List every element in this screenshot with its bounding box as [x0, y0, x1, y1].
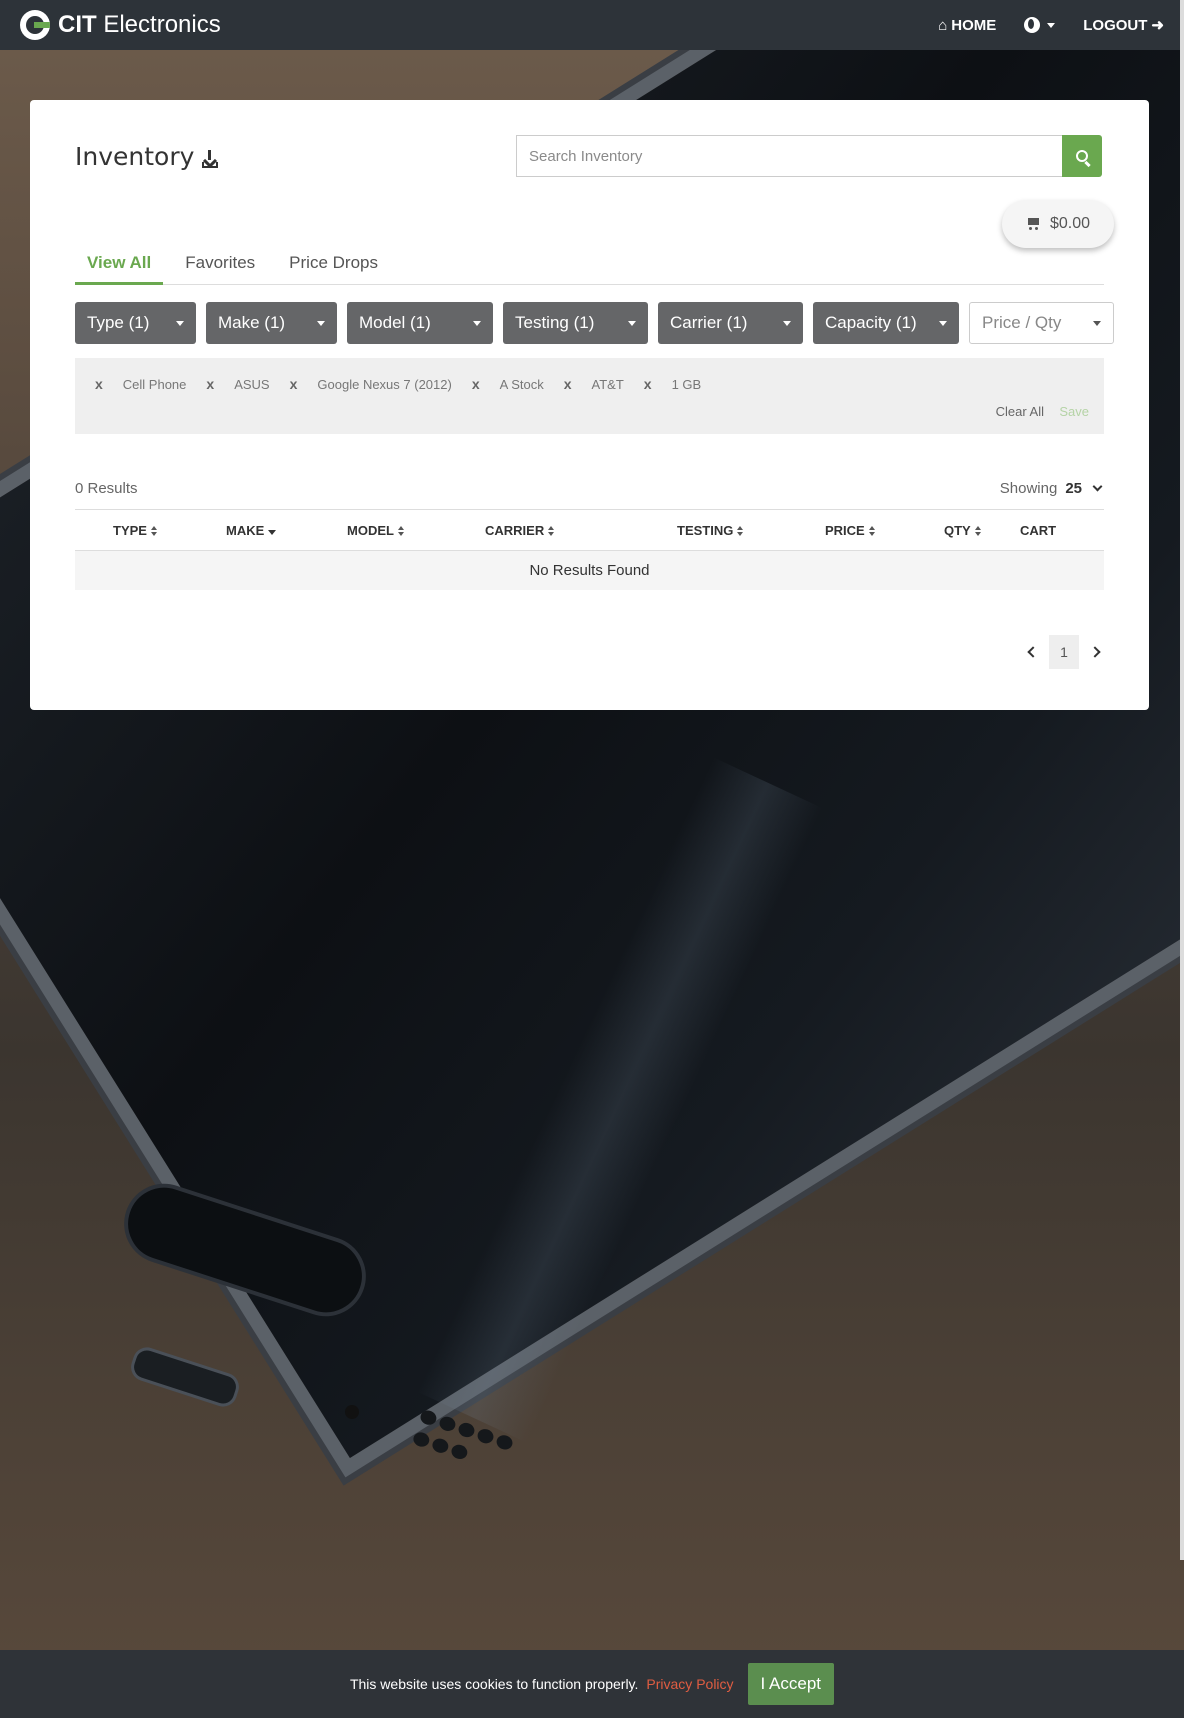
- col-make[interactable]: MAKE: [226, 523, 277, 538]
- chevron-down-icon: [783, 320, 791, 326]
- filter-chip: x AT&T: [563, 376, 624, 392]
- brand-name: CIT Electronics: [58, 11, 221, 38]
- chevron-down-icon: [1093, 320, 1101, 326]
- tab-price-drops[interactable]: Price Drops: [277, 245, 390, 285]
- cookie-banner: This website uses cookies to function pr…: [0, 1650, 1184, 1718]
- chevron-down-icon: [1092, 481, 1103, 492]
- pagination: 1: [1027, 635, 1101, 669]
- filter-price-qty-dropdown[interactable]: Price / Qty: [969, 302, 1114, 344]
- cookie-message: This website uses cookies to function pr…: [349, 1676, 639, 1692]
- nav-logout-label: LOGOUT: [1083, 16, 1148, 34]
- sort-icon: [150, 525, 158, 536]
- col-qty[interactable]: QTY: [944, 523, 982, 538]
- chevron-down-icon: [473, 320, 481, 326]
- download-icon[interactable]: [202, 149, 219, 168]
- scrollbar[interactable]: [1180, 0, 1184, 1560]
- chevron-right-icon[interactable]: [1089, 646, 1101, 658]
- accept-cookies-button[interactable]: I Accept: [747, 1663, 835, 1705]
- privacy-policy-link[interactable]: Privacy Policy: [646, 1676, 733, 1692]
- search-bar: [516, 135, 1102, 177]
- remove-chip-button[interactable]: x: [206, 376, 214, 392]
- tab-favorites[interactable]: Favorites: [173, 245, 267, 285]
- cart-total-button[interactable]: $0.00: [1002, 200, 1114, 248]
- sort-desc-icon: [268, 529, 277, 535]
- col-type[interactable]: TYPE: [113, 523, 158, 538]
- filter-chip: x1 GB: [643, 376, 702, 392]
- remove-chip-button[interactable]: x: [95, 376, 103, 392]
- inventory-panel: Inventory $0.00 View All Favorites Price…: [30, 100, 1149, 710]
- col-price[interactable]: PRICE: [825, 523, 876, 538]
- showing-label: Showing: [999, 480, 1058, 497]
- remove-chip-button[interactable]: x: [472, 376, 480, 392]
- page-size-selector[interactable]: Showing 25: [999, 480, 1103, 497]
- sort-icon: [548, 525, 555, 536]
- col-model[interactable]: MODEL: [347, 523, 405, 538]
- col-carrier[interactable]: CARRIER: [485, 523, 555, 538]
- filter-chip: xA Stock: [471, 376, 544, 392]
- page-title: Inventory: [75, 142, 219, 171]
- search-input[interactable]: [516, 135, 1062, 177]
- chevron-down-icon: [176, 320, 184, 326]
- save-filters-link[interactable]: Save: [1059, 404, 1089, 419]
- clear-all-link[interactable]: Clear All: [996, 404, 1044, 419]
- globe-icon: [1024, 17, 1041, 33]
- filter-chip: x Cell Phone: [95, 376, 187, 392]
- filter-type-dropdown[interactable]: Type (1): [75, 302, 196, 344]
- cart-icon: [1026, 218, 1040, 230]
- page-size-value: 25: [1065, 480, 1082, 497]
- logout-icon: ➜: [1151, 17, 1164, 34]
- page-number[interactable]: 1: [1049, 635, 1079, 669]
- col-cart: CART: [1020, 523, 1057, 538]
- empty-table-message: No Results Found: [75, 551, 1104, 590]
- sort-icon: [868, 525, 876, 536]
- phone-usb-port: [127, 1343, 243, 1411]
- phone-mic: [345, 1405, 359, 1419]
- sort-icon: [974, 525, 982, 536]
- chevron-left-icon[interactable]: [1027, 646, 1039, 658]
- table-header: TYPE MAKE MODEL CARRIER TESTING PRICE QT…: [75, 509, 1104, 551]
- nav-home[interactable]: ⌂ HOME: [938, 17, 996, 34]
- search-button[interactable]: [1062, 135, 1102, 177]
- inventory-tabs: View All Favorites Price Drops: [75, 245, 1104, 285]
- filter-testing-dropdown[interactable]: Testing (1): [503, 302, 648, 344]
- language-dropdown[interactable]: [1024, 17, 1056, 33]
- sort-icon: [737, 525, 744, 536]
- nav-home-label: HOME: [951, 16, 997, 34]
- active-filters: x Cell Phone x ASUS x Google Nexus 7 (2012)…: [75, 358, 1104, 434]
- results-count: 0 Results: [75, 480, 138, 497]
- chevron-down-icon: [939, 320, 947, 326]
- filter-capacity-dropdown[interactable]: Capacity (1): [813, 302, 959, 344]
- chevron-down-icon: [1047, 22, 1056, 28]
- home-icon: ⌂: [938, 16, 948, 34]
- nav-logout[interactable]: LOGOUT ➜: [1083, 16, 1164, 35]
- remove-chip-button[interactable]: x: [290, 376, 298, 392]
- remove-chip-button[interactable]: x: [564, 376, 572, 392]
- chevron-down-icon: [628, 320, 636, 326]
- top-navbar: CIT Electronics ⌂ HOME LOGOUT ➜: [0, 0, 1184, 50]
- filter-bar: Type (1) Make (1) Model (1) Testing (1) …: [75, 302, 1115, 344]
- sort-icon: [397, 525, 405, 536]
- filter-chip: x Google Nexus 7 (2012): [289, 376, 452, 392]
- page-title-text: Inventory: [75, 142, 195, 171]
- tab-view-all[interactable]: View All: [75, 245, 164, 285]
- brand-logo[interactable]: CIT Electronics: [20, 10, 221, 40]
- filter-carrier-dropdown[interactable]: Carrier (1): [658, 302, 803, 344]
- logo-icon: [20, 10, 50, 40]
- filter-model-dropdown[interactable]: Model (1): [347, 302, 493, 344]
- col-testing[interactable]: TESTING: [677, 523, 744, 538]
- cart-total: $0.00: [1049, 215, 1091, 232]
- search-icon: [1076, 150, 1088, 162]
- remove-chip-button[interactable]: x: [644, 376, 652, 392]
- chevron-down-icon: [317, 320, 325, 326]
- filter-make-dropdown[interactable]: Make (1): [206, 302, 337, 344]
- filter-chip: x ASUS: [206, 376, 270, 392]
